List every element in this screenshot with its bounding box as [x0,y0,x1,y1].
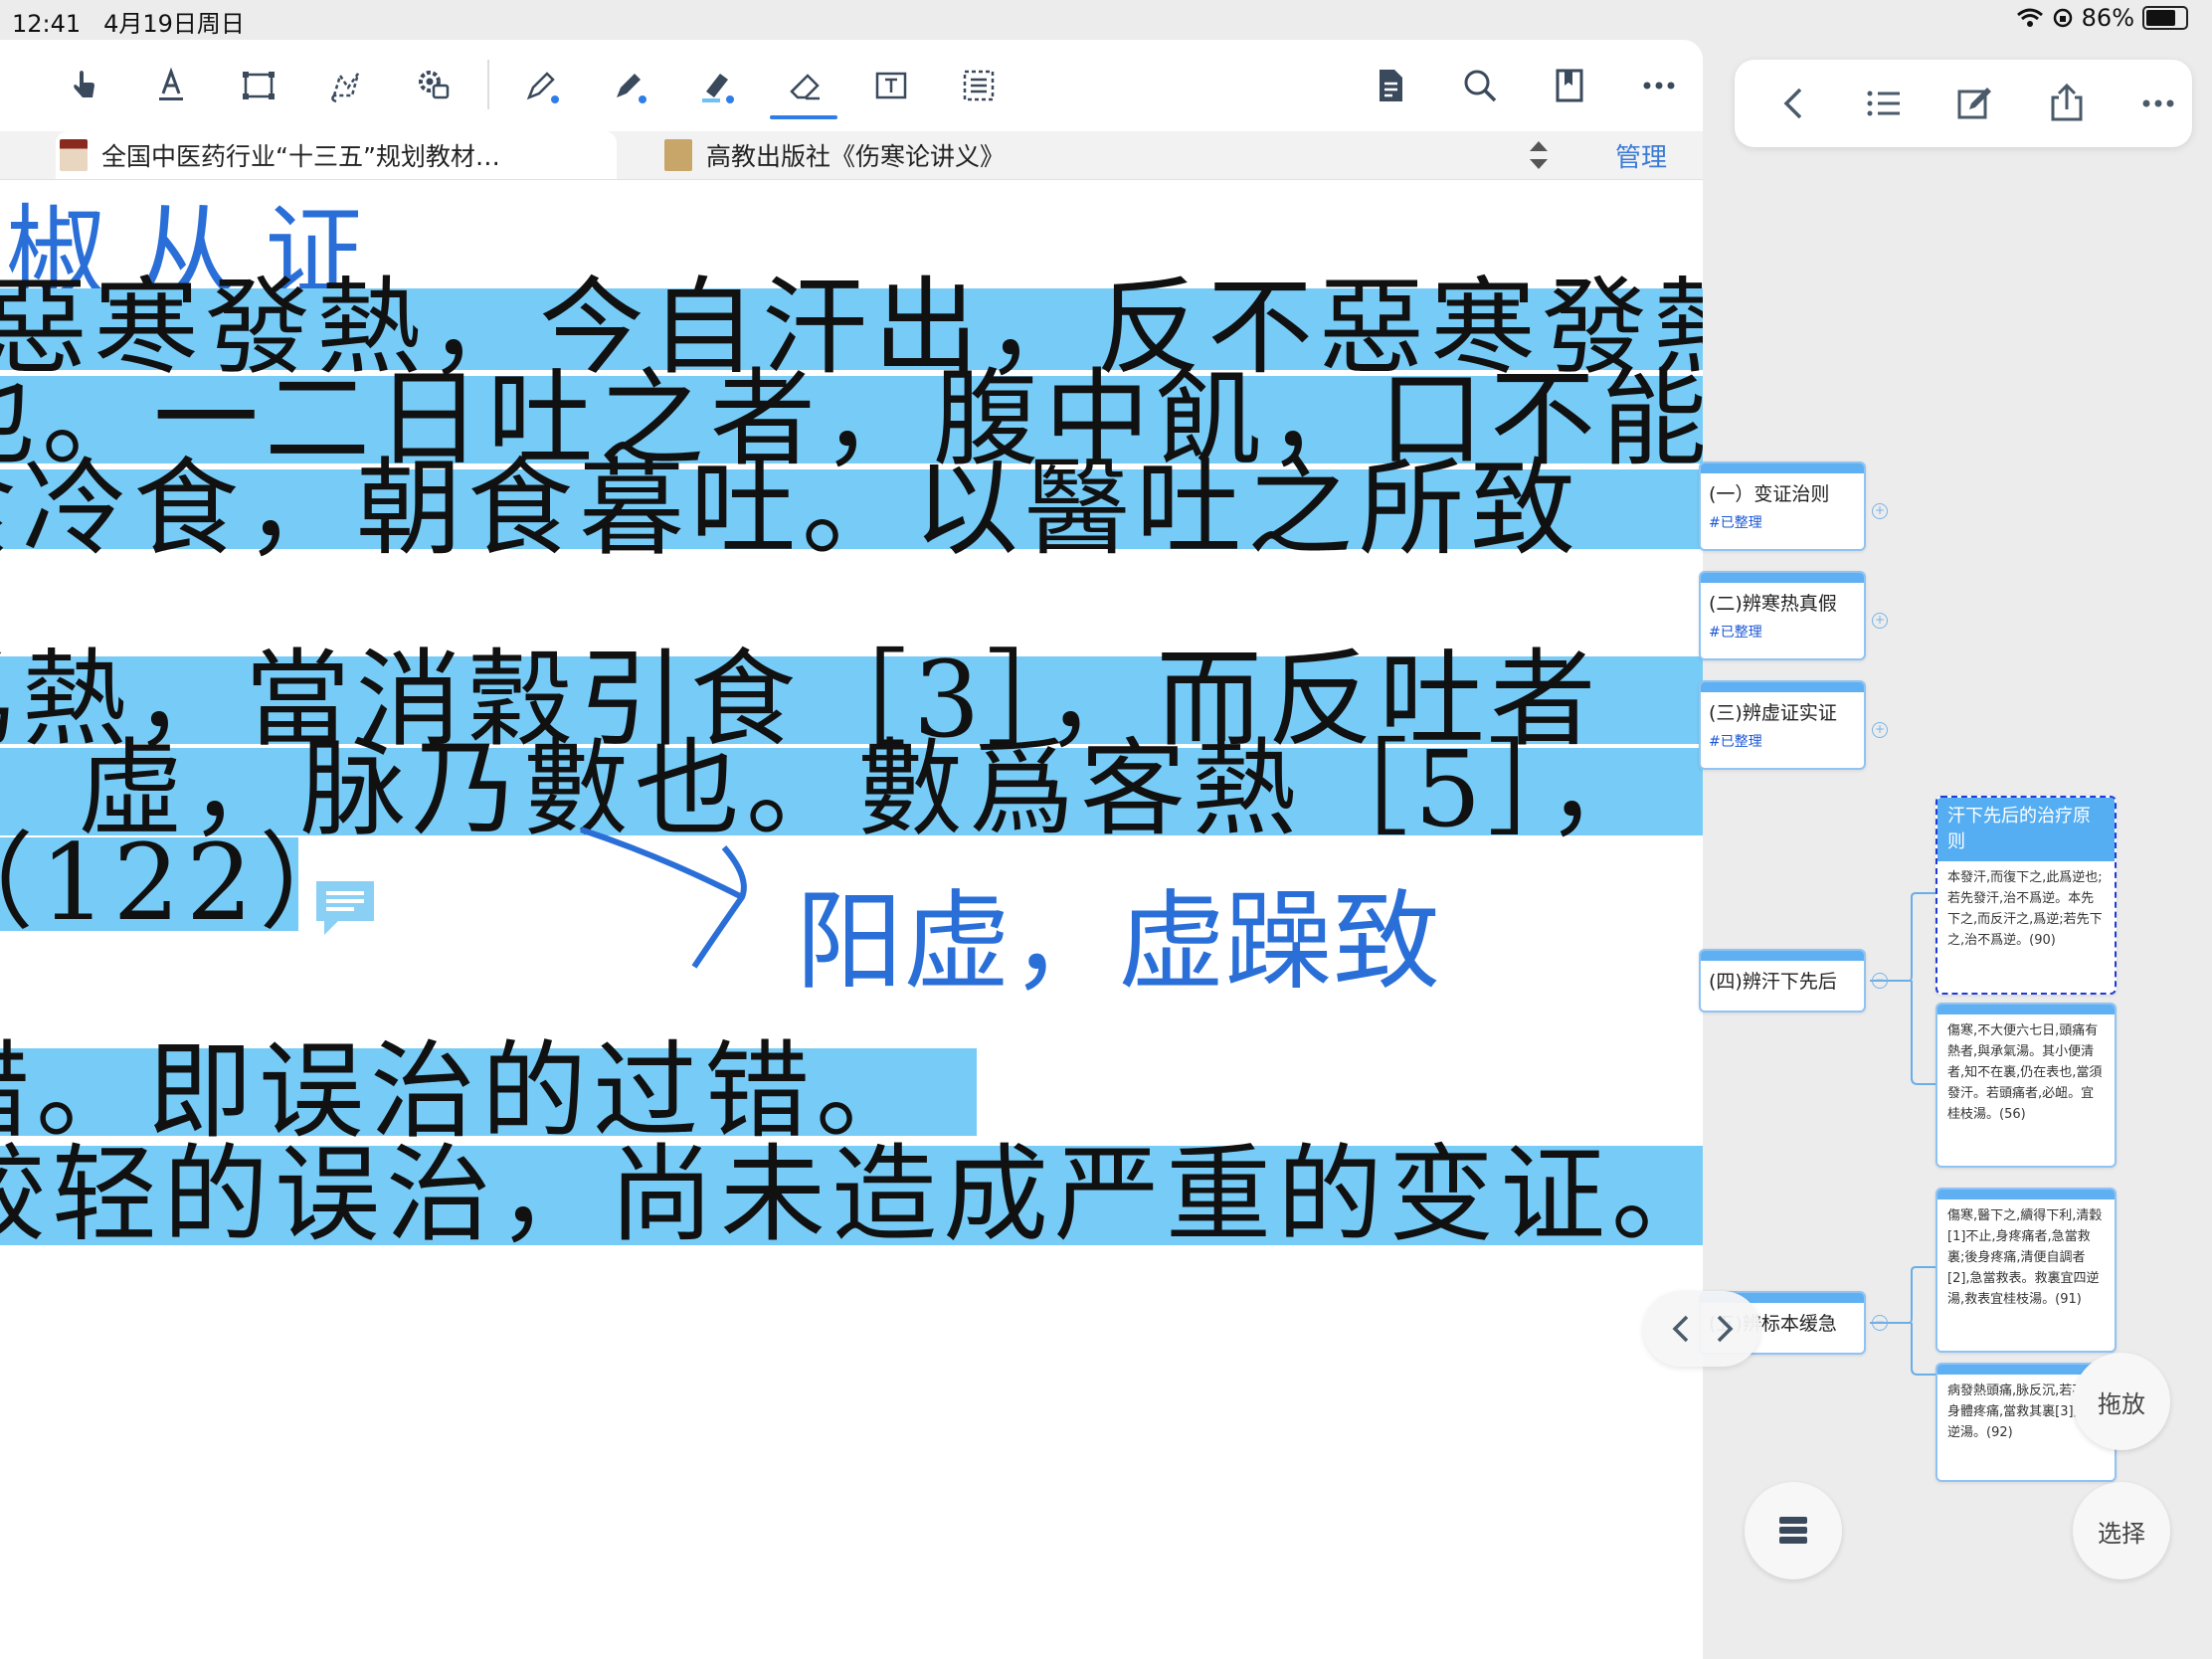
tab-label: 全国中医药行业“十三五”规划教材… [101,142,500,171]
status-bar: 12:41 4月19日周日 86% [0,0,2212,40]
document-icon[interactable] [1367,62,1414,109]
node-title: (三)辨虚证实证 [1709,702,1837,724]
mindmap-node[interactable]: (四)辨汗下先后 [1699,949,1866,1013]
mindmap-node[interactable]: (二)辨寒热真假 #已整理 [1699,571,1866,660]
book-cover-icon [664,139,692,171]
collapse-icon[interactable]: − [1872,973,1888,989]
document-pane: 全国中医药行业“十三五”规划教材… 高教出版社《伤寒论讲义》 管理 椒从证 惡寒… [0,40,1703,1659]
gesture-icon[interactable] [60,62,107,109]
toolbar-divider [487,60,489,109]
drag-button[interactable]: 拖放 [2073,1353,2170,1450]
edit-icon[interactable] [1953,82,1997,125]
tab-textbook[interactable]: 全国中医药行业“十三五”规划教材… [56,131,617,179]
more-icon[interactable] [2136,82,2180,125]
split-toggle[interactable] [1643,1291,1760,1367]
expand-icon[interactable]: + [1872,503,1888,519]
layer-stack-button[interactable] [1745,1482,1842,1579]
text-line: 较轻的误治，尚未造成严重的变证。 [0,1134,1703,1256]
wifi-icon [2016,8,2043,27]
collapse-icon[interactable]: − [1872,1315,1888,1331]
node-body: 本發汗,而復下之,此爲逆也;若先發汗,治不爲逆。本先下之,而反汗之,爲逆;若先下… [1947,870,2103,948]
node-tag: #已整理 [1709,734,1762,750]
status-time: 12:41 [12,10,82,38]
node-bar [1701,463,1864,473]
node-tag: #已整理 [1709,625,1762,641]
share-icon[interactable] [2045,82,2089,125]
layers-icon [1779,1517,1807,1544]
textbox-icon[interactable] [867,62,915,109]
node-tag: #已整理 [1709,515,1762,531]
outline-list-icon[interactable] [1862,82,1906,125]
battery-percent: 86% [2081,4,2134,32]
manage-button[interactable]: 管理 [1615,137,1667,174]
annotation-toolbar [0,40,1703,129]
expand-icon[interactable]: + [1872,722,1888,738]
text-underline-icon[interactable] [147,62,195,109]
handwriting-arrow [580,827,747,969]
search-icon[interactable] [1456,62,1504,109]
book-cover-icon [60,139,88,171]
bookmark-icon[interactable] [1546,62,1593,109]
pen-alt-icon[interactable] [605,62,652,109]
node-title: (二)辨寒热真假 [1709,593,1837,615]
more-icon[interactable] [1635,62,1683,109]
node-body: 傷寒,醫下之,續得下利,清穀[1]不止,身疼痛者,急當救裏;後身疼痛,清便自調者… [1947,1208,2103,1307]
comment-icon[interactable] [310,875,380,941]
select-button[interactable]: 选择 [2073,1482,2170,1579]
mindmap-canvas[interactable]: (一）变证治则 #已整理 + (二)辨寒热真假 #已整理 + (三)辨虚证实证 … [1699,149,2212,1659]
chevron-left-icon[interactable] [1665,1311,1701,1347]
mindmap-node-selected[interactable]: 汗下先后的治疗原则 本發汗,而復下之,此爲逆也;若先發汗,治不爲逆。本先下之,而… [1936,796,2117,995]
document-tabs: 全国中医药行业“十三五”规划教材… 高教出版社《伤寒论讲义》 管理 [0,131,1703,180]
orientation-lock-icon [2053,8,2072,28]
node-title: (一）变证治则 [1709,483,1830,505]
node-bar [1937,1190,2115,1199]
list-box-icon[interactable] [955,62,1003,109]
mindmap-node[interactable]: (三)辨虚证实证 #已整理 [1699,680,1866,770]
eraser-icon[interactable] [770,62,837,119]
tab-label: 高教出版社《伤寒论讲义》 [706,142,1006,171]
pen-icon[interactable] [517,62,565,109]
sort-icon[interactable] [1524,137,1554,173]
chevron-right-icon[interactable] [1705,1311,1741,1347]
node-title: (四)辨汗下先后 [1709,971,1837,993]
status-date: 4月19日周日 [103,10,245,38]
highlighter-icon[interactable] [692,62,740,109]
node-bar [1701,573,1864,583]
mindmap-leaf[interactable]: 傷寒,醫下之,續得下利,清穀[1]不止,身疼痛者,急當救裏;後身疼痛,清便自調者… [1936,1188,2117,1353]
node-bar [1937,1005,2115,1014]
node-body: 傷寒,不大便六七日,頭痛有熱者,與承氣湯。其小便清者,知不在裏,仍在表也,當須發… [1947,1023,2103,1122]
node-bar [1701,951,1864,961]
handwriting-note: 阳虚，虚躁致 [796,880,1441,1005]
lasso-icon[interactable] [322,62,370,109]
tab-lecture-notes[interactable]: 高教出版社《伤寒论讲义》 [664,131,1201,179]
mindmap-toolbar [1735,60,2192,147]
select-rect-icon[interactable] [235,62,282,109]
battery-icon [2142,6,2188,30]
settings-gear-icon[interactable] [410,62,458,109]
mindmap-leaf[interactable]: 傷寒,不大便六七日,頭痛有熱者,與承氣湯。其小便清者,知不在裏,仍在表也,當須發… [1936,1003,2117,1168]
expand-icon[interactable]: + [1872,613,1888,629]
node-title: 汗下先后的治疗原则 [1937,798,2115,861]
text-line: 食冷食，朝食暮吐。以醫吐之所致 [0,448,1581,570]
node-bar [1701,682,1864,692]
back-icon[interactable] [1772,82,1816,125]
mindmap-node[interactable]: (一）变证治则 #已整理 [1699,461,1866,551]
document-page[interactable]: 椒从证 惡寒發熱，今自汗出，反不惡寒發熱 也。一二日吐之者，腹中飢，口不能 食冷… [0,181,1703,1659]
